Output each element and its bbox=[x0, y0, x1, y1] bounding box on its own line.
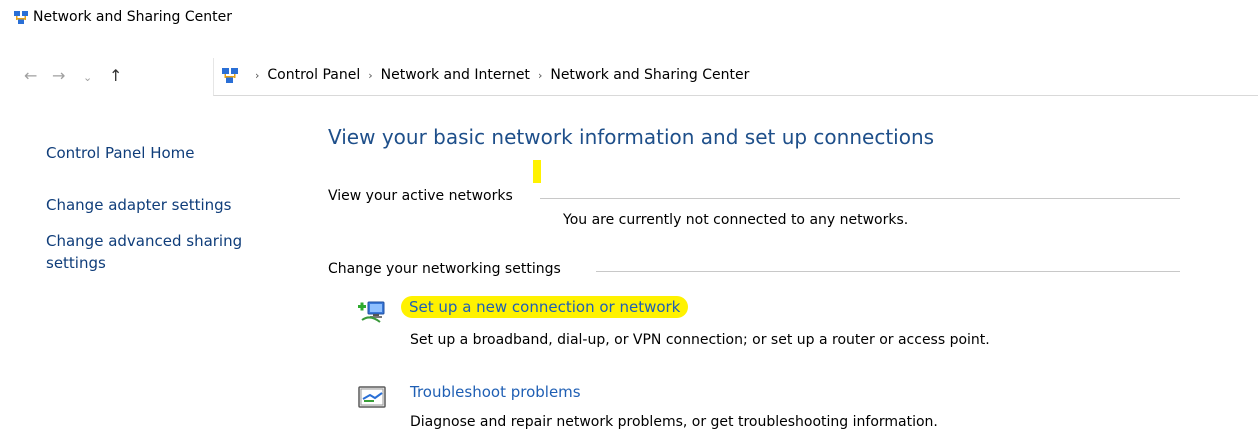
breadcrumb-network-and-sharing-center[interactable]: Network and Sharing Center bbox=[550, 67, 749, 83]
up-arrow-icon[interactable]: ↑ bbox=[109, 66, 122, 86]
active-networks-label: View your active networks bbox=[328, 188, 521, 204]
breadcrumb-separator-icon: › bbox=[255, 68, 260, 82]
section-divider bbox=[540, 198, 1180, 199]
text-cursor-highlight bbox=[533, 160, 541, 183]
sidebar-item-control-panel-home[interactable]: Control Panel Home bbox=[46, 142, 195, 164]
breadcrumb-control-panel[interactable]: Control Panel bbox=[267, 67, 360, 83]
troubleshoot-problems-description: Diagnose and repair network problems, or… bbox=[410, 414, 938, 430]
breadcrumb: › Control Panel › Network and Internet ›… bbox=[247, 67, 749, 83]
breadcrumb-network-and-internet[interactable]: Network and Internet bbox=[381, 67, 530, 83]
setup-new-connection-description: Set up a broadband, dial-up, or VPN conn… bbox=[410, 332, 990, 348]
forward-arrow-icon[interactable]: → bbox=[52, 66, 65, 86]
new-connection-icon bbox=[358, 301, 385, 323]
breadcrumb-separator-icon: › bbox=[368, 68, 373, 82]
networking-settings-label: Change your networking settings bbox=[328, 261, 569, 277]
recent-locations-dropdown-icon[interactable]: ⌄ bbox=[83, 68, 92, 88]
navigation-bar: ← → ⌄ ↑ › Control Panel › Network and In… bbox=[0, 58, 1258, 98]
page-title: View your basic network information and … bbox=[328, 125, 935, 149]
sidebar-item-change-advanced-sharing-settings[interactable]: Change advanced sharing settings bbox=[46, 230, 286, 274]
control-panel-icon bbox=[222, 68, 238, 83]
section-divider bbox=[596, 271, 1180, 272]
breadcrumb-separator-icon: › bbox=[537, 68, 543, 82]
address-bar[interactable]: › Control Panel › Network and Internet ›… bbox=[213, 58, 1258, 96]
troubleshoot-icon bbox=[358, 386, 386, 408]
back-arrow-icon[interactable]: ← bbox=[24, 66, 37, 86]
network-center-icon bbox=[14, 11, 28, 24]
title-bar: Network and Sharing Center bbox=[0, 0, 1258, 36]
troubleshoot-problems-link[interactable]: Troubleshoot problems bbox=[410, 383, 581, 401]
setup-new-connection-label[interactable]: Set up a new connection or network bbox=[401, 296, 689, 318]
sidebar-item-change-adapter-settings[interactable]: Change adapter settings bbox=[46, 194, 232, 216]
window-title: Network and Sharing Center bbox=[33, 9, 233, 25]
active-networks-status: You are currently not connected to any n… bbox=[563, 212, 909, 228]
setup-new-connection-link[interactable]: Set up a new connection or network bbox=[401, 296, 689, 318]
